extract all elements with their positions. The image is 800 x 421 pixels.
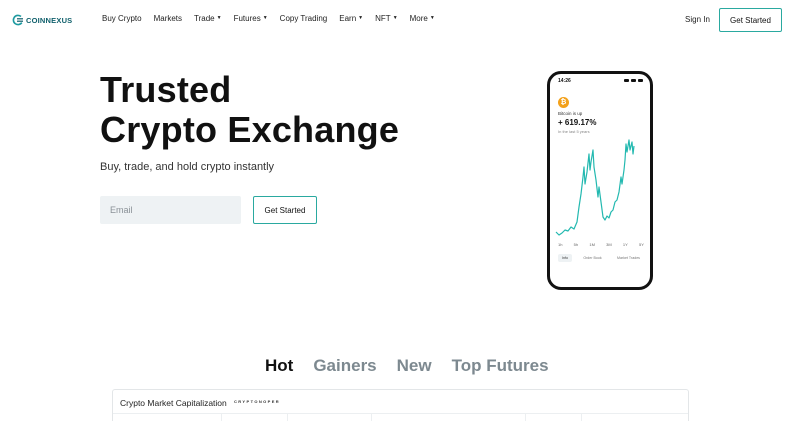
nav-link-more[interactable]: More ▼: [410, 14, 435, 23]
nav-link-label: Futures: [233, 14, 261, 23]
column-divider: [581, 414, 582, 421]
caret-down-icon: ▼: [216, 15, 222, 21]
range-3m[interactable]: 3M: [606, 242, 612, 247]
nav-link-futures[interactable]: Futures ▼: [234, 14, 268, 23]
column-divider: [221, 414, 222, 421]
nav-link-label: Buy Crypto: [102, 14, 142, 23]
sign-in-link[interactable]: Sign In: [685, 15, 710, 24]
column-divider: [525, 414, 526, 421]
phone-tab-market-trades[interactable]: Market Trades: [613, 254, 644, 262]
logo[interactable]: COINNEXUS: [12, 12, 72, 28]
phone-tab-order-book[interactable]: Order Book: [579, 254, 605, 262]
phone-status-icons: [624, 79, 643, 82]
range-1h[interactable]: 1h: [558, 242, 562, 247]
hero-title: Trusted Crypto Exchange: [100, 70, 399, 150]
phone-tab-info[interactable]: Info: [558, 254, 572, 262]
range-1y[interactable]: 1Y: [623, 242, 628, 247]
hero-title-line-1: Trusted: [100, 69, 232, 110]
market-cap-brand-logo: CRYPTONOPER: [234, 399, 281, 404]
nav-link-label: Markets: [153, 14, 183, 23]
top-nav: COINNEXUS Buy Crypto Markets Trade ▼ Futu…: [0, 0, 800, 40]
column-divider: [371, 414, 372, 421]
nav-link-trade[interactable]: Trade ▼: [194, 14, 222, 23]
market-cap-card: Crypto Market Capitalization CRYPTONOPER: [112, 389, 689, 421]
price-line: [555, 139, 635, 236]
card-divider: [113, 413, 688, 414]
nav-link-label: NFT: [375, 14, 391, 23]
hero-title-line-2: Crypto Exchange: [100, 109, 400, 150]
tab-new[interactable]: New: [397, 356, 432, 376]
logo-text: COINNEXUS: [26, 15, 73, 25]
signal-icon: [624, 79, 629, 82]
nav-links: Buy Crypto Markets Trade ▼ Futures ▼ Copy …: [102, 14, 447, 23]
bitcoin-icon: ₿: [558, 97, 569, 108]
market-cap-title: Crypto Market Capitalization: [120, 398, 227, 408]
nav-link-nft[interactable]: NFT ▼: [375, 14, 398, 23]
caret-down-icon: ▼: [358, 15, 364, 21]
nav-link-markets[interactable]: Markets: [154, 14, 182, 23]
range-5y[interactable]: 5Y: [639, 242, 644, 247]
market-category-tabs: Hot Gainers New Top Futures: [265, 356, 569, 376]
hero-subtitle: Buy, trade, and hold crypto instantly: [100, 161, 275, 173]
caret-down-icon: ▼: [392, 15, 398, 21]
caret-down-icon: ▼: [262, 15, 268, 21]
hero-get-started-button[interactable]: Get Started: [253, 196, 317, 224]
nav-link-earn[interactable]: Earn ▼: [339, 14, 363, 23]
price-chart: [555, 139, 635, 236]
logo-icon: [12, 14, 24, 26]
range-1m[interactable]: 1M: [589, 242, 595, 247]
phone-status-time: 14:26: [558, 78, 571, 84]
nav-link-label: More: [409, 14, 428, 23]
tab-gainers[interactable]: Gainers: [313, 356, 376, 376]
coin-change-percent: + 619.17%: [558, 118, 597, 127]
nav-link-copy-trading[interactable]: Copy Trading: [280, 14, 328, 23]
chart-range-selector: 1h 5h 1M 3M 1Y 5Y: [558, 242, 644, 247]
wifi-icon: [631, 79, 636, 82]
nav-link-buy-crypto[interactable]: Buy Crypto: [102, 14, 142, 23]
battery-icon: [638, 79, 643, 82]
caret-down-icon: ▼: [429, 15, 435, 21]
nav-link-label: Trade: [194, 14, 215, 23]
coin-status-text: Bitcoin is up: [558, 111, 583, 116]
range-5h[interactable]: 5h: [574, 242, 578, 247]
column-divider: [287, 414, 288, 421]
email-input[interactable]: [100, 196, 241, 224]
nav-link-label: Copy Trading: [279, 14, 328, 23]
nav-get-started-button[interactable]: Get Started: [719, 8, 782, 32]
tab-hot[interactable]: Hot: [265, 356, 293, 376]
nav-link-label: Earn: [339, 14, 357, 23]
phone-mockup: 14:26 ₿ Bitcoin is up + 619.17% In the l…: [547, 71, 653, 290]
phone-tabs: Info Order Book Market Trades: [554, 254, 648, 262]
tab-top-futures[interactable]: Top Futures: [452, 356, 549, 376]
